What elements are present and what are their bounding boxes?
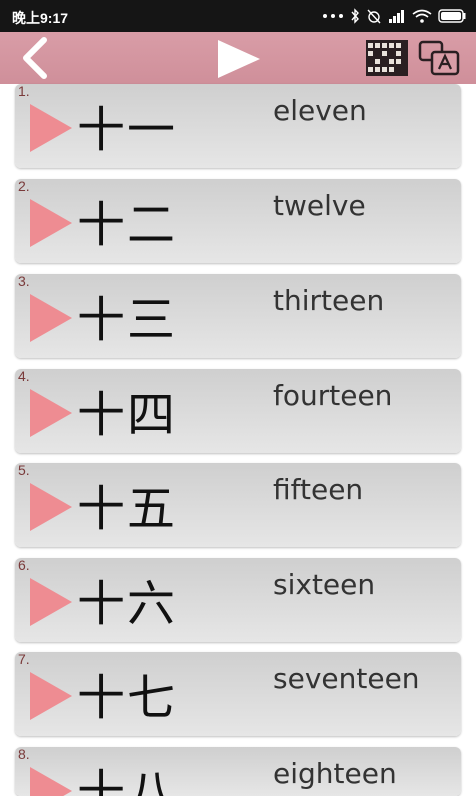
english-word: thirteen	[273, 284, 385, 317]
status-bar: 晚上9:17	[0, 0, 476, 32]
item-number: 8.	[18, 747, 30, 762]
play-icon[interactable]	[30, 199, 72, 247]
item-number: 6.	[18, 558, 30, 573]
alarm-off-icon	[366, 8, 382, 24]
chinese-word: 十三	[77, 292, 178, 348]
english-word: fifteen	[273, 473, 364, 506]
bluetooth-icon	[350, 8, 360, 24]
play-icon[interactable]	[30, 389, 72, 437]
item-number: 2.	[18, 179, 30, 194]
battery-icon	[438, 9, 466, 23]
list-item[interactable]: 1. 十一 eleven	[15, 84, 461, 168]
item-number: 3.	[18, 274, 30, 289]
list-item[interactable]: 6. 十六 sixteen	[15, 558, 461, 642]
item-number: 4.	[18, 369, 30, 384]
chinese-word: 十七	[77, 670, 178, 726]
play-all-icon[interactable]	[214, 38, 264, 80]
translate-icon[interactable]	[418, 40, 462, 78]
english-word: twelve	[273, 189, 366, 222]
back-arrow-icon[interactable]	[18, 36, 58, 80]
list-item[interactable]: 3. 十三 thirteen	[15, 274, 461, 358]
chinese-word: 十八	[77, 765, 178, 796]
play-icon[interactable]	[30, 767, 72, 796]
list-item[interactable]: 5. 十五 fifteen	[15, 463, 461, 547]
play-icon[interactable]	[30, 578, 72, 626]
chinese-word: 十四	[77, 387, 178, 443]
list-item[interactable]: 2. 十二 twelve	[15, 179, 461, 263]
grid-view-icon[interactable]	[366, 40, 408, 76]
list-item[interactable]: 8. 十八 eighteen	[15, 747, 461, 796]
english-word: seventeen	[273, 662, 420, 695]
list-item[interactable]: 4. 十四 fourteen	[15, 369, 461, 453]
play-icon[interactable]	[30, 483, 72, 531]
chinese-word: 十一	[77, 102, 178, 158]
signal-icon	[388, 9, 406, 23]
chinese-word: 十五	[77, 481, 178, 537]
english-word: fourteen	[273, 379, 393, 412]
wifi-icon	[412, 9, 432, 23]
chinese-word: 十六	[77, 576, 178, 632]
english-word: eighteen	[273, 757, 397, 790]
item-number: 7.	[18, 652, 30, 667]
play-icon[interactable]	[30, 294, 72, 342]
play-icon[interactable]	[30, 104, 72, 152]
english-word: eleven	[273, 94, 367, 127]
status-time: 晚上9:17	[12, 10, 69, 26]
english-word: sixteen	[273, 568, 376, 601]
item-number: 1.	[18, 84, 30, 99]
play-icon[interactable]	[30, 672, 72, 720]
more-dots-icon	[322, 12, 344, 20]
item-number: 5.	[18, 463, 30, 478]
list-item[interactable]: 7. 十七 seventeen	[15, 652, 461, 736]
toolbar	[0, 32, 476, 84]
chinese-word: 十二	[77, 197, 178, 253]
status-icons	[322, 6, 466, 26]
